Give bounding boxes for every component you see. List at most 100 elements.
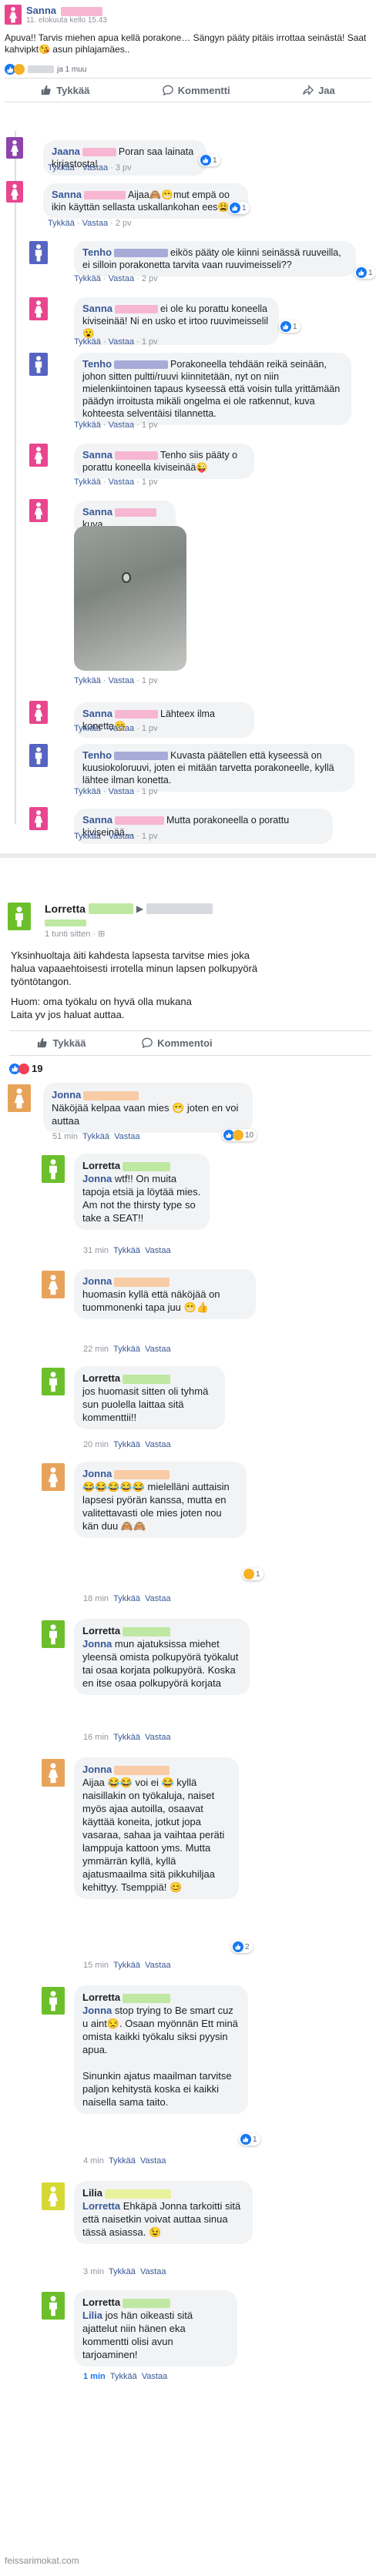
comment-avatar[interactable] <box>42 1155 65 1183</box>
mention[interactable]: Jonna <box>82 1638 112 1650</box>
like-link[interactable]: Tykkää <box>110 2372 137 2381</box>
comment-avatar[interactable] <box>29 499 48 522</box>
comment-avatar[interactable] <box>29 807 48 830</box>
comment-avatar[interactable] <box>42 1620 65 1648</box>
comment-avatar[interactable] <box>29 444 48 467</box>
person-icon <box>48 2295 59 2316</box>
like-link[interactable]: Tykkää <box>113 1246 140 1255</box>
reply-link[interactable]: Vastaa <box>142 2372 167 2381</box>
like-link[interactable]: Tykkää <box>113 1440 140 1449</box>
comment-reaction-count[interactable]: 1 <box>279 320 300 333</box>
comment-avatar[interactable] <box>42 1759 65 1787</box>
post1-avatar[interactable] <box>5 5 22 25</box>
comment-avatar[interactable] <box>29 701 48 724</box>
like-link[interactable]: Tykkää <box>74 477 101 487</box>
mention[interactable]: Jonna <box>82 2005 112 2016</box>
comment-avatar[interactable] <box>8 1084 31 1112</box>
like-link[interactable]: Tykkää <box>113 1961 140 1970</box>
comment-avatar[interactable] <box>6 181 23 203</box>
comment-avatar[interactable] <box>42 1463 65 1491</box>
like-link[interactable]: Tykkää <box>74 337 101 347</box>
post2-reactions[interactable]: 19 <box>9 1063 42 1074</box>
comment-button[interactable]: Kommentti <box>163 85 230 96</box>
haha-reaction-icon <box>243 1569 254 1579</box>
person-icon <box>48 1623 59 1645</box>
comment-reaction-count[interactable]: 10 <box>222 1129 257 1141</box>
reply-link[interactable]: Vastaa <box>82 163 108 173</box>
comment-photo[interactable] <box>74 526 186 671</box>
comment-avatar[interactable] <box>42 1987 65 2015</box>
comment-reaction-count[interactable]: 1 <box>228 202 250 214</box>
reply-link[interactable]: Vastaa <box>140 2156 166 2166</box>
reply-link[interactable]: Vastaa <box>109 337 134 347</box>
reply-link[interactable]: Vastaa <box>109 676 134 685</box>
like-link[interactable]: Tykkää <box>74 420 101 430</box>
post1-timestamp[interactable]: 11. elokuuta kello 15.43 <box>26 16 107 25</box>
comment-reaction-count[interactable]: 1 <box>354 266 376 279</box>
watermark: feissarimokat.com <box>5 2555 79 2566</box>
like-link[interactable]: Tykkää <box>109 2267 136 2276</box>
comment-reaction-count[interactable]: 1 <box>199 154 220 166</box>
redacted-name <box>115 451 159 461</box>
comment-avatar[interactable] <box>29 353 48 376</box>
reply-link[interactable]: Vastaa <box>109 274 134 283</box>
like-link[interactable]: Tykkää <box>109 2156 136 2166</box>
like-link[interactable]: Tykkää <box>48 219 75 228</box>
person-icon <box>48 1371 59 1392</box>
comment-avatar[interactable] <box>42 2182 65 2210</box>
like-link[interactable]: Tykkää <box>74 787 101 796</box>
comment-meta: Tykkää · Vastaa · 3 pv <box>48 163 132 173</box>
like-reaction-icon <box>280 321 291 332</box>
reply-link[interactable]: Vastaa <box>109 724 134 733</box>
comment-avatar[interactable] <box>42 2292 65 2320</box>
like-link[interactable]: Tykkää <box>74 676 101 685</box>
mention[interactable]: Lilia <box>82 2310 102 2321</box>
like-link[interactable]: Tykkää <box>113 1733 140 1742</box>
reply-link[interactable]: Vastaa <box>140 2267 166 2276</box>
reply-link[interactable]: Vastaa <box>145 1961 170 1970</box>
like-button[interactable]: Tykkää <box>41 85 89 96</box>
divider <box>5 78 371 79</box>
reply-link[interactable]: Vastaa <box>109 477 134 487</box>
comment-button[interactable]: Kommentoi <box>142 1037 213 1049</box>
post1-reactions[interactable]: ja 1 muu <box>5 64 86 75</box>
like-link[interactable]: Tykkää <box>74 724 101 733</box>
mention[interactable]: Jonna <box>82 1173 112 1184</box>
reply-link[interactable]: Vastaa <box>145 1733 170 1742</box>
reply-link[interactable]: Vastaa <box>145 1440 170 1449</box>
comment-reaction-count[interactable]: 1 <box>239 2133 260 2146</box>
comment-avatar[interactable] <box>42 1271 65 1298</box>
share-button[interactable]: Jaa <box>303 85 335 96</box>
like-link[interactable]: Tykkää <box>74 832 101 841</box>
comment-reaction-count[interactable]: 1 <box>242 1568 264 1580</box>
reply-link[interactable]: Vastaa <box>145 1594 170 1603</box>
like-link[interactable]: Tykkää <box>113 1345 140 1354</box>
like-link[interactable]: Tykkää <box>113 1594 140 1603</box>
reply-link[interactable]: Vastaa <box>109 787 134 796</box>
reply-link[interactable]: Vastaa <box>109 420 134 430</box>
like-reaction-icon <box>356 267 367 278</box>
person-icon <box>34 446 43 464</box>
comment-bubble: Lorretta Lilia jos hän oikeasti sitä ajat… <box>74 2290 237 2367</box>
comment-bubble: Tenho Kuvasta päätellen että kyseessä on … <box>74 744 354 792</box>
like-link[interactable]: Tykkää <box>48 163 75 173</box>
like-link[interactable]: Tykkää <box>74 274 101 283</box>
reply-link[interactable]: Vastaa <box>145 1345 170 1354</box>
post2-author[interactable]: Lorretta ▶ <box>45 903 213 915</box>
comment-avatar[interactable] <box>29 297 48 320</box>
comment-reaction-count[interactable]: 2 <box>231 1941 253 1953</box>
comment-avatar[interactable] <box>6 137 23 159</box>
reply-link[interactable]: Vastaa <box>109 832 134 841</box>
reply-link[interactable]: Vastaa <box>82 219 108 228</box>
mention[interactable]: Lorretta <box>82 2200 120 2212</box>
comment-avatar[interactable] <box>29 241 48 264</box>
post2-avatar[interactable] <box>8 903 31 930</box>
reply-link[interactable]: Vastaa <box>145 1246 170 1255</box>
like-link[interactable]: Tykkää <box>82 1132 109 1141</box>
post1-author[interactable]: Sanna <box>26 5 102 16</box>
like-button[interactable]: Tykkää <box>37 1037 86 1049</box>
reply-link[interactable]: Vastaa <box>114 1132 139 1141</box>
post2-timestamp[interactable]: 1 tunti sitten · ⊞ <box>45 929 105 939</box>
comment-avatar[interactable] <box>42 1368 65 1395</box>
comment-avatar[interactable] <box>29 744 48 767</box>
